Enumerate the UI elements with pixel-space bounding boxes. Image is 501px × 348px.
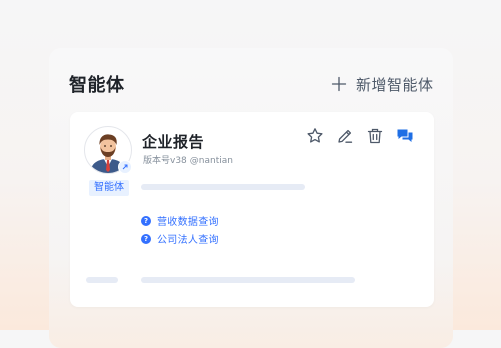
agent-name: 企业报告	[142, 133, 205, 151]
suggested-question[interactable]: ? 公司法人查询	[141, 231, 219, 246]
skeleton-line-short	[86, 277, 118, 283]
star-icon[interactable]	[306, 127, 324, 145]
agent-card[interactable]: 智能体 企业报告 版本号v38 @nantian ? 营收数据查询 ? 公司法人…	[70, 112, 434, 307]
agent-author: @nantian	[189, 156, 233, 166]
agent-actions	[306, 127, 414, 145]
panel-title: 智能体	[69, 75, 125, 96]
add-agent-label: 新增智能体	[356, 75, 434, 94]
agents-panel: 智能体 新增智能体 智能体 企业报告 版本号v38 @nantian ? 营收数…	[49, 48, 453, 348]
question-mark-icon: ?	[141, 233, 151, 244]
trash-icon[interactable]	[366, 127, 384, 145]
agent-type-tag: 智能体	[89, 180, 129, 196]
agent-version: 版本号v38	[143, 156, 187, 166]
skeleton-line-primary	[141, 184, 305, 190]
suggested-question-text: 公司法人查询	[157, 235, 219, 246]
plus-icon	[331, 76, 347, 92]
skeleton-line-long	[141, 277, 355, 283]
link-icon	[122, 164, 128, 170]
add-agent-button[interactable]: 新增智能体	[331, 74, 434, 94]
pencil-icon[interactable]	[336, 127, 354, 145]
avatar-link-badge	[118, 160, 132, 174]
suggested-question[interactable]: ? 营收数据查询	[141, 213, 219, 228]
question-mark-icon: ?	[141, 215, 151, 226]
suggested-question-text: 营收数据查询	[157, 217, 219, 228]
chat-bubbles-icon[interactable]	[396, 127, 414, 145]
agent-meta: 版本号v38 @nantian	[143, 153, 233, 166]
